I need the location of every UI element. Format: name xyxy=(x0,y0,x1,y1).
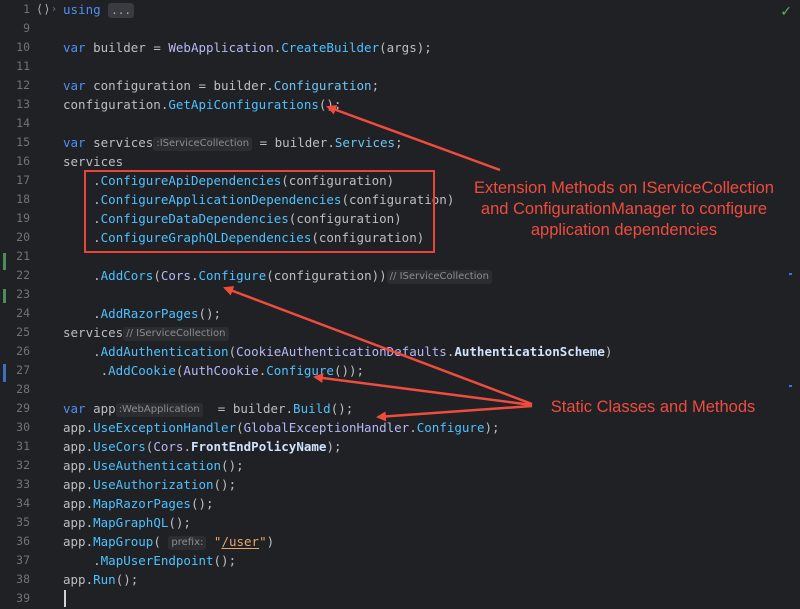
annotation-arrows xyxy=(223,105,533,422)
arrow-to-getapiconfigurations xyxy=(326,105,501,172)
arrow-to-build xyxy=(376,404,533,422)
arrow-to-cors-configure xyxy=(223,286,533,406)
